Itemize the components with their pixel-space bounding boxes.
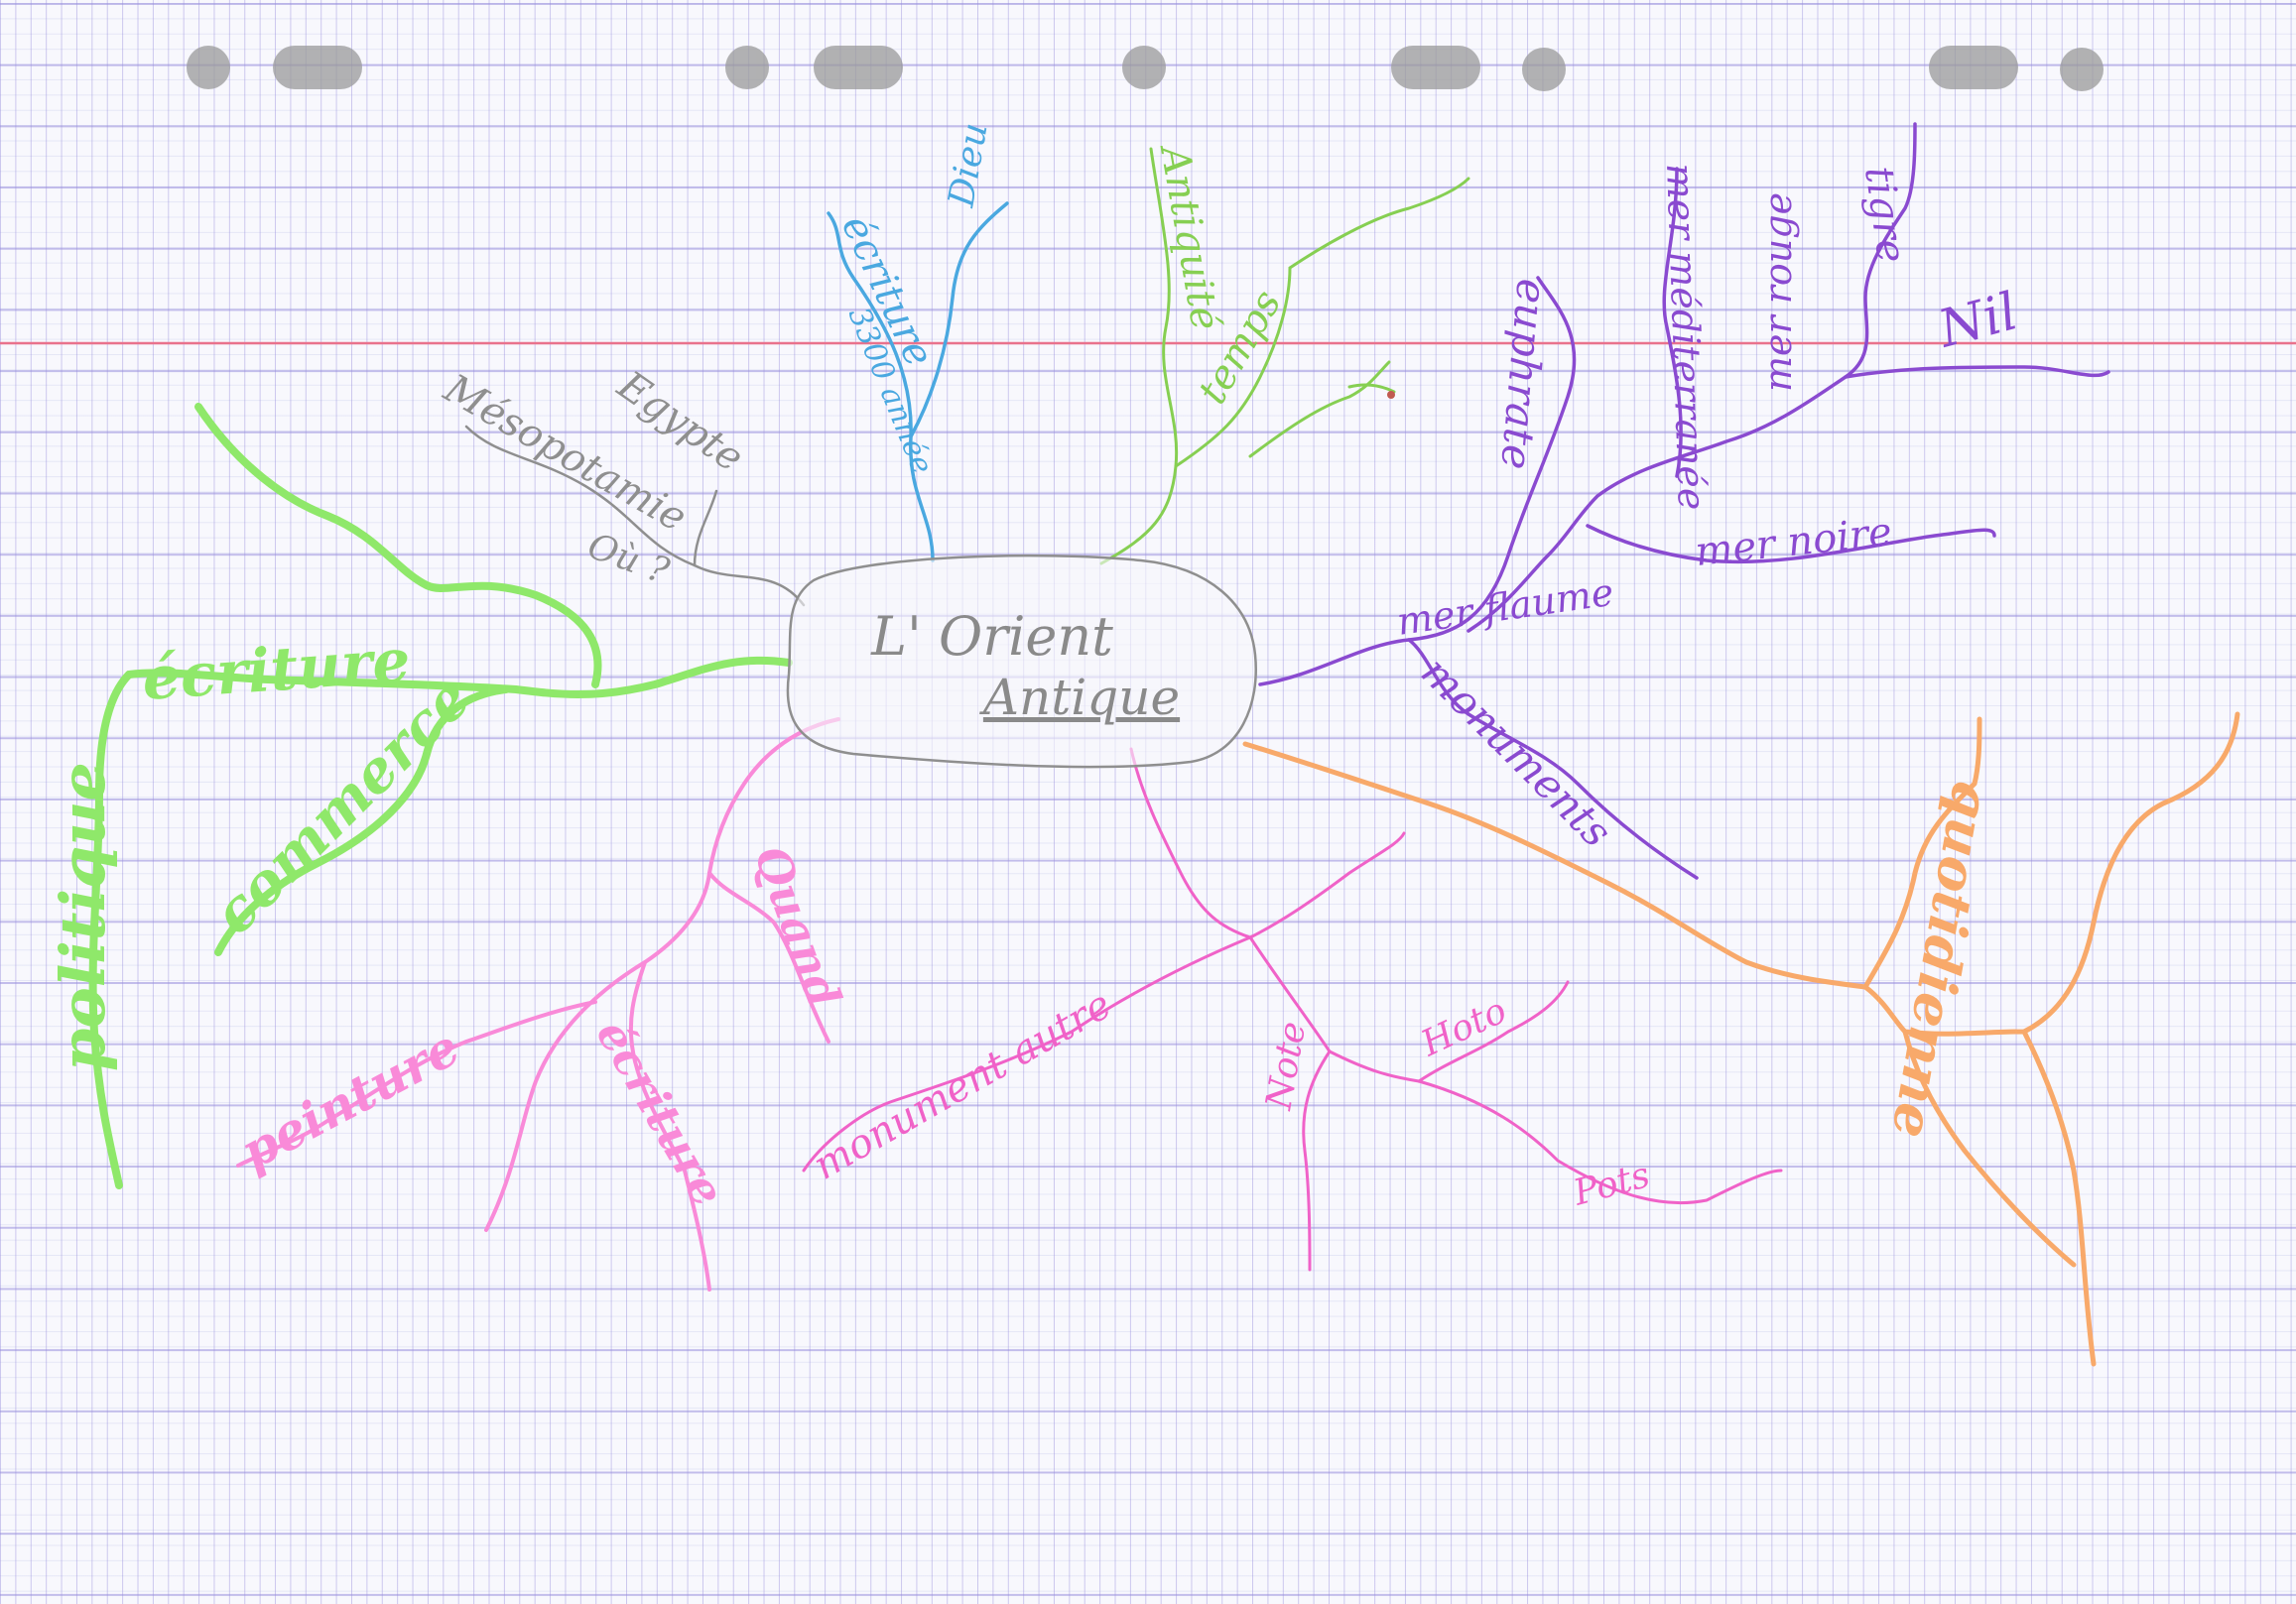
label-antiquite: Antiquité xyxy=(1150,139,1228,334)
binder-hole xyxy=(1929,46,2018,89)
binder-hole xyxy=(273,46,362,89)
branch-orange xyxy=(1242,711,2240,1367)
label-monuments: monuments xyxy=(1412,647,1621,856)
mind-map: L' Orient Antique Mésopotamie Egypte Où … xyxy=(0,46,2296,1367)
label-ecriture-pink: écriture xyxy=(585,1011,734,1215)
label-ou: Où ? xyxy=(582,526,675,592)
label-politique: politique xyxy=(47,762,119,1071)
binder-hole xyxy=(187,46,230,89)
label-mer-rouge: mer rouge xyxy=(1756,192,1800,392)
label-dieu: Dieu xyxy=(941,120,995,211)
binder-hole xyxy=(1391,46,1480,89)
label-mer-flaume: mer flaume xyxy=(1394,570,1616,644)
label-pink-right-3: Pots xyxy=(1569,1155,1654,1214)
binder-hole xyxy=(725,46,769,89)
binder-holes xyxy=(187,46,2104,91)
paper-sheet: L' Orient Antique Mésopotamie Egypte Où … xyxy=(0,0,2296,1604)
label-peinture: peinture xyxy=(231,1018,468,1181)
label-quotidienne: quotidienne xyxy=(1879,777,2004,1144)
label-mer-noire: mer noire xyxy=(1693,509,1894,575)
center-title-line2: Antique xyxy=(979,669,1180,726)
binder-hole xyxy=(2060,48,2104,91)
label-nil: Nil xyxy=(1931,282,2024,360)
binder-hole xyxy=(1122,46,1166,89)
label-tigre: tigre xyxy=(1855,164,1914,266)
binder-hole xyxy=(1522,48,1566,91)
label-euphrate: euphrate xyxy=(1491,277,1557,471)
label-monument-autre: monument autre xyxy=(806,982,1119,1189)
center-title-line1: L' Orient xyxy=(870,605,1113,668)
label-quand: Quand xyxy=(744,838,852,1014)
label-mer-mediterranee: mer méditerranée xyxy=(1658,163,1714,511)
label-pink-right-2: Note xyxy=(1258,1019,1314,1114)
branch-time xyxy=(1099,147,1470,565)
red-dot xyxy=(1387,391,1395,399)
binder-hole xyxy=(814,46,903,89)
label-ecriture-left: écriture xyxy=(140,626,412,714)
label-pink-right-1: Hoto xyxy=(1415,990,1513,1064)
